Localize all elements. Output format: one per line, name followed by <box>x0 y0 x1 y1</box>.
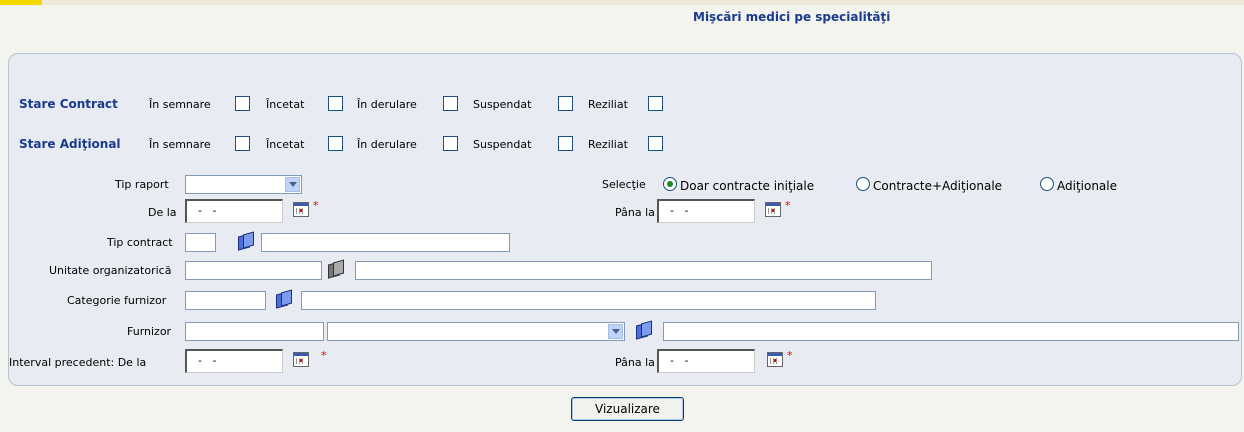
tip-contract-code-input[interactable] <box>185 233 216 252</box>
filter-panel: Stare Contract În semnare Încetat În der… <box>8 53 1242 386</box>
calendar-icon[interactable] <box>765 202 781 217</box>
calendar-icon[interactable] <box>293 202 309 217</box>
stare-contract-opt-label: În derulare <box>357 98 417 111</box>
stare-aditional-in-derulare-checkbox[interactable] <box>443 136 458 151</box>
calendar-icon[interactable] <box>767 352 783 367</box>
tip-raport-label: Tip raport <box>115 178 169 191</box>
unitate-label: Unitate organizatorică <box>49 264 172 277</box>
stare-aditional-in-semnare-checkbox[interactable] <box>235 136 250 151</box>
required-star: * <box>785 199 791 212</box>
tip-raport-select[interactable] <box>185 175 302 194</box>
page-title: Mişcări medici pe specialităţi <box>693 10 891 24</box>
vizualizare-button[interactable]: Vizualizare <box>571 397 684 421</box>
stare-contract-incetat-checkbox[interactable] <box>328 96 343 111</box>
chevron-down-icon[interactable] <box>608 324 623 339</box>
interval-pana-la-date-input[interactable]: - - <box>657 349 755 373</box>
stare-contract-in-semnare-checkbox[interactable] <box>235 96 250 111</box>
top-bar-marker <box>0 0 42 5</box>
stare-aditional-opt-label: Încetat <box>266 138 305 151</box>
stare-contract-reziliat-checkbox[interactable] <box>648 96 663 111</box>
furnizor-select[interactable] <box>327 322 625 341</box>
categorie-label: Categorie furnizor <box>67 294 167 307</box>
stare-aditional-opt-label: Reziliat <box>588 138 628 151</box>
stare-aditional-suspendat-checkbox[interactable] <box>558 136 573 151</box>
furnizor-label: Furnizor <box>127 325 172 338</box>
stare-contract-title: Stare Contract <box>19 97 118 111</box>
pana-la-date-input[interactable]: - - <box>657 199 755 223</box>
categorie-code-input[interactable] <box>185 291 266 310</box>
radio-aditionale[interactable] <box>1040 177 1054 191</box>
stare-contract-suspendat-checkbox[interactable] <box>558 96 573 111</box>
top-bar <box>0 0 1244 5</box>
stare-contract-opt-label: Suspendat <box>473 98 532 111</box>
stare-aditional-incetat-checkbox[interactable] <box>328 136 343 151</box>
lookup-icon[interactable] <box>237 231 254 251</box>
interval-de-la-label: Interval precedent: De la <box>9 356 147 369</box>
pana-la-label: Pâna la <box>615 206 655 219</box>
radio-contracte-aditionale[interactable] <box>856 177 870 191</box>
furnizor-name-input[interactable] <box>663 322 1239 341</box>
interval-de-la-date-input[interactable]: - - <box>185 349 283 373</box>
stare-contract-opt-label: În semnare <box>149 98 211 111</box>
required-star: * <box>321 349 327 362</box>
radio-doar-contracte-initiale[interactable] <box>663 177 677 191</box>
radio-aditionale-label: Adiţionale <box>1057 179 1118 193</box>
stare-aditional-opt-label: În derulare <box>357 138 417 151</box>
stare-contract-opt-label: Încetat <box>266 98 305 111</box>
tip-contract-label: Tip contract <box>107 236 173 249</box>
required-star: * <box>787 349 793 362</box>
stare-aditional-opt-label: În semnare <box>149 138 211 151</box>
de-la-label: De la <box>148 206 177 219</box>
stare-contract-opt-label: Reziliat <box>588 98 628 111</box>
de-la-date-input[interactable]: - - <box>185 199 283 223</box>
stare-aditional-title: Stare Adiţional <box>19 137 121 151</box>
lookup-icon[interactable] <box>635 320 652 340</box>
radio-doar-contracte-initiale-label: Doar contracte iniţiale <box>680 179 815 193</box>
furnizor-code-input[interactable] <box>185 322 324 341</box>
unitate-code-input[interactable] <box>185 261 322 280</box>
radio-contracte-aditionale-label: Contracte+Adiţionale <box>873 179 1003 193</box>
lookup-icon[interactable] <box>275 289 292 309</box>
lookup-icon <box>327 259 344 279</box>
tip-contract-name-input[interactable] <box>261 233 510 252</box>
interval-pana-la-label: Pâna la <box>615 356 655 369</box>
categorie-name-input[interactable] <box>301 291 876 310</box>
required-star: * <box>313 199 319 212</box>
stare-contract-in-derulare-checkbox[interactable] <box>443 96 458 111</box>
selectie-label: Selecţie <box>602 178 646 191</box>
unitate-name-input[interactable] <box>355 261 932 280</box>
chevron-down-icon[interactable] <box>285 177 300 192</box>
stare-aditional-opt-label: Suspendat <box>473 138 532 151</box>
calendar-icon[interactable] <box>293 352 309 367</box>
stare-aditional-reziliat-checkbox[interactable] <box>648 136 663 151</box>
